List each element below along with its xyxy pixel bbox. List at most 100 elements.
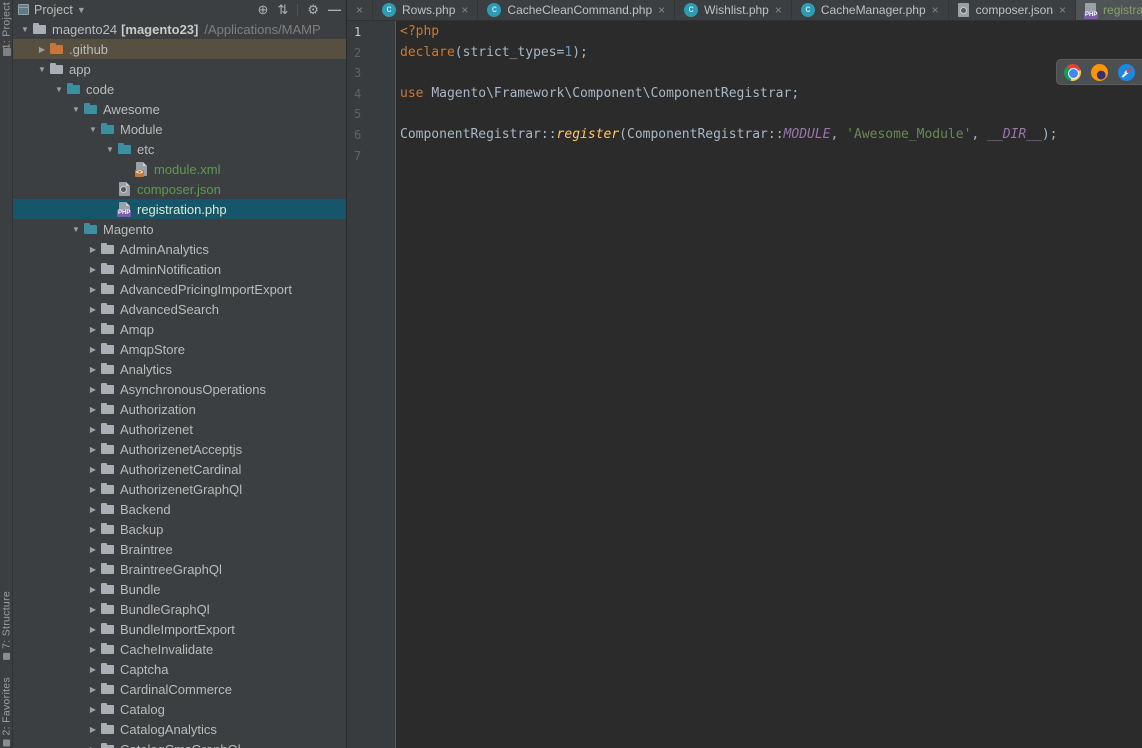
tree-item-cataloganalytics[interactable]: CatalogAnalytics [13,719,346,739]
chevron-down-icon[interactable] [18,25,32,34]
chevron-right-icon[interactable] [86,365,100,374]
chevron-down-icon[interactable] [35,65,49,74]
code-line-2[interactable]: declare(strict_types=1); [400,43,1142,64]
gear-icon[interactable]: ⚙ [307,3,319,16]
tree-item-amqpstore[interactable]: AmqpStore [13,339,346,359]
tree-item-bundlegraphql[interactable]: BundleGraphQl [13,599,346,619]
tree-item-cardinalcommerce[interactable]: CardinalCommerce [13,679,346,699]
chevron-right-icon[interactable] [86,645,100,654]
chevron-down-icon[interactable] [69,105,83,114]
chrome-browser-icon[interactable] [1064,64,1081,81]
close-icon[interactable]: × [775,4,782,16]
tab-cachemanager.php[interactable]: cCacheManager.php× [792,0,949,20]
chevron-right-icon[interactable] [86,285,100,294]
tab-rows.php[interactable]: cRows.php× [373,0,478,20]
chevron-right-icon[interactable] [86,625,100,634]
locate-file-icon[interactable]: ⊕ [258,3,269,16]
chevron-down-icon[interactable] [103,145,117,154]
chevron-right-icon[interactable] [86,305,100,314]
chevron-right-icon[interactable] [86,585,100,594]
tree-item-backup[interactable]: Backup [13,519,346,539]
tree-item-awesome[interactable]: Awesome [13,99,346,119]
tab-cachecleancommand.php[interactable]: cCacheCleanCommand.php× [478,0,675,20]
close-icon[interactable]: × [932,4,939,16]
tab-wishlist.php[interactable]: cWishlist.php× [675,0,792,20]
tree-item-magento[interactable]: Magento [13,219,346,239]
tree-item-authorizenetgraphql[interactable]: AuthorizenetGraphQl [13,479,346,499]
chevron-down-icon[interactable]: ▼ [77,5,86,15]
collapse-all-icon[interactable]: ⇅ [277,3,288,16]
chevron-right-icon[interactable] [86,665,100,674]
safari-browser-icon[interactable] [1118,64,1135,81]
tree-item-authorization[interactable]: Authorization [13,399,346,419]
close-icon[interactable]: × [461,4,468,16]
tab-registration.php[interactable]: PHPregistration.php [1076,0,1142,20]
chevron-right-icon[interactable] [86,565,100,574]
chevron-right-icon[interactable] [86,605,100,614]
tree-item-module.xml[interactable]: <>module.xml [13,159,346,179]
tree-item-code[interactable]: code [13,79,346,99]
chevron-right-icon[interactable] [86,245,100,254]
tree-item-app[interactable]: app [13,59,346,79]
code-line-6[interactable]: ComponentRegistrar::register(ComponentRe… [400,125,1142,146]
tree-item-.github[interactable]: .github [13,39,346,59]
tree-item-braintreegraphql[interactable]: BraintreeGraphQl [13,559,346,579]
tree-item-composer.json[interactable]: composer.json [13,179,346,199]
project-panel-title[interactable]: Project [34,3,73,17]
tree-item-authorizenetacceptjs[interactable]: AuthorizenetAcceptjs [13,439,346,459]
chevron-right-icon[interactable] [86,505,100,514]
tab-composer.json[interactable]: composer.json× [949,0,1076,20]
tree-item-etc[interactable]: etc [13,139,346,159]
tree-item-magento24[interactable]: magento24[magento23]/Applications/MAMP [13,19,346,39]
close-icon[interactable]: × [356,4,363,16]
tree-item-advancedsearch[interactable]: AdvancedSearch [13,299,346,319]
chevron-right-icon[interactable] [86,525,100,534]
tree-item-bundleimportexport[interactable]: BundleImportExport [13,619,346,639]
code-line-1[interactable]: <?php [400,22,1142,43]
hide-panel-icon[interactable]: — [328,3,340,16]
chevron-right-icon[interactable] [86,545,100,554]
tool-window-project[interactable]: 1: Project [0,2,13,49]
close-icon[interactable]: × [1059,4,1066,16]
tree-item-registration.php[interactable]: PHPregistration.php [13,199,346,219]
chevron-right-icon[interactable] [86,325,100,334]
code-line-4[interactable]: use Magento\Framework\Component\Componen… [400,84,1142,105]
tool-window-structure[interactable]: 7: Structure [0,591,13,660]
chevron-right-icon[interactable] [86,685,100,694]
chevron-right-icon[interactable] [86,425,100,434]
tree-item-advancedpricingimportexport[interactable]: AdvancedPricingImportExport [13,279,346,299]
tree-item-catalogcmsgraphql[interactable]: CatalogCmsGraphQl [13,739,346,748]
tree-item-cacheinvalidate[interactable]: CacheInvalidate [13,639,346,659]
code-line-5[interactable] [400,104,1142,125]
code-line-3[interactable] [400,63,1142,84]
chevron-right-icon[interactable] [86,385,100,394]
chevron-right-icon[interactable] [86,465,100,474]
tree-item-authorizenetcardinal[interactable]: AuthorizenetCardinal [13,459,346,479]
chevron-right-icon[interactable] [35,45,49,54]
chevron-right-icon[interactable] [86,485,100,494]
chevron-right-icon[interactable] [86,345,100,354]
tree-item-analytics[interactable]: Analytics [13,359,346,379]
chevron-right-icon[interactable] [86,725,100,734]
tab-truncated[interactable]: × [347,0,373,20]
tree-item-bundle[interactable]: Bundle [13,579,346,599]
chevron-right-icon[interactable] [86,405,100,414]
chevron-down-icon[interactable] [69,225,83,234]
tree-item-module[interactable]: Module [13,119,346,139]
tree-item-adminanalytics[interactable]: AdminAnalytics [13,239,346,259]
tree-item-asynchronousoperations[interactable]: AsynchronousOperations [13,379,346,399]
tool-window-favorites[interactable]: 2: Favorites [0,677,13,746]
chevron-down-icon[interactable] [52,85,66,94]
chevron-right-icon[interactable] [86,705,100,714]
code-line-7[interactable] [400,146,1142,167]
tool-window-icon[interactable] [3,48,11,56]
tree-item-captcha[interactable]: Captcha [13,659,346,679]
tree-item-catalog[interactable]: Catalog [13,699,346,719]
tree-item-authorizenet[interactable]: Authorizenet [13,419,346,439]
chevron-right-icon[interactable] [86,745,100,748]
tree-item-adminnotification[interactable]: AdminNotification [13,259,346,279]
chevron-down-icon[interactable] [86,125,100,134]
chevron-right-icon[interactable] [86,265,100,274]
chevron-right-icon[interactable] [86,445,100,454]
firefox-browser-icon[interactable] [1091,64,1108,81]
